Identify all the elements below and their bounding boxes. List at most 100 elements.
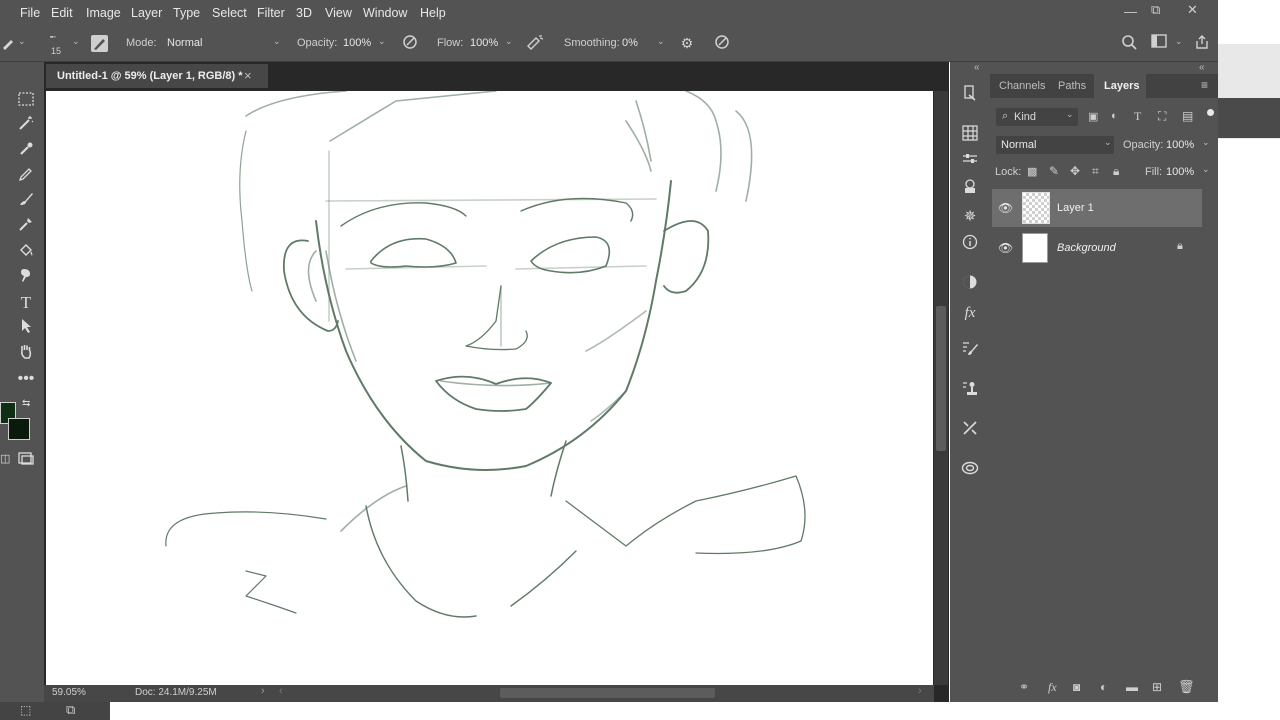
collapse-panels-icon[interactable]: «	[974, 62, 980, 73]
lock-artboard-icon[interactable]: ⌗	[1092, 164, 1099, 179]
chevron-down-icon[interactable]: ⌄	[273, 36, 281, 47]
adjustment-layer-icon[interactable]: ◐	[1100, 680, 1107, 694]
creative-cloud-icon[interactable]	[959, 460, 981, 482]
color-panel-icon[interactable]	[959, 274, 981, 296]
lock-position-icon[interactable]: ✥	[1070, 164, 1080, 178]
menu-view[interactable]: View	[325, 6, 352, 20]
adjustments-panel-icon[interactable]	[959, 152, 981, 174]
pressure-opacity-icon[interactable]	[401, 34, 419, 52]
menu-select[interactable]: Select	[212, 6, 247, 20]
close-icon[interactable]: ×	[244, 68, 252, 83]
tab-layers[interactable]: Layers	[1104, 80, 1139, 92]
chevron-down-icon[interactable]: ⌄	[1066, 109, 1074, 120]
doc-size-info[interactable]: Doc: 24.1M/9.25M	[135, 687, 217, 698]
layer-style-icon[interactable]: fx	[1048, 680, 1057, 695]
canvas[interactable]	[46, 91, 933, 685]
new-layer-icon[interactable]: ⊞	[1152, 680, 1162, 694]
eye-icon[interactable]: 👁︎	[998, 201, 1013, 215]
filter-type-icon[interactable]: T	[1134, 109, 1141, 124]
vertical-scroll-thumb[interactable]	[936, 306, 946, 451]
layer-name[interactable]: Background	[1057, 242, 1116, 254]
vertical-scrollbar[interactable]	[934, 91, 948, 685]
minimize-button[interactable]: —	[1124, 4, 1137, 19]
menu-help[interactable]: Help	[420, 6, 446, 20]
opacity-input[interactable]: 100%	[343, 35, 373, 51]
pencil-tool-icon[interactable]	[15, 166, 37, 188]
chevron-down-icon[interactable]: ⌄	[378, 36, 386, 47]
brush-settings-panel-icon[interactable]	[91, 35, 108, 52]
share-icon[interactable]	[1193, 34, 1211, 52]
frame-icon[interactable]: ⬚	[20, 703, 31, 717]
chevron-down-icon[interactable]: ⌄	[1202, 137, 1210, 148]
chevron-left-icon[interactable]: ‹	[279, 685, 283, 697]
libraries-panel-icon[interactable]	[959, 178, 981, 200]
more-tools-icon[interactable]: •••	[15, 368, 37, 390]
layer-row-layer-1[interactable]: 👁︎ Layer 1	[992, 189, 1202, 227]
menu-image[interactable]: Image	[86, 6, 121, 20]
eyedropper-icon[interactable]	[15, 141, 37, 163]
lock-all-icon[interactable]: 🔒︎	[1113, 164, 1119, 179]
chevron-down-icon[interactable]: ⌄	[657, 36, 665, 47]
menu-edit[interactable]: Edit	[51, 6, 73, 20]
chevron-down-icon[interactable]: ⌄	[72, 36, 80, 47]
collapse-panel-icon[interactable]: «	[1199, 62, 1205, 73]
tab-channels[interactable]: Channels	[999, 80, 1045, 92]
swatches-panel-icon[interactable]	[959, 125, 981, 147]
history-brush-icon[interactable]	[15, 216, 37, 238]
menu-file[interactable]: File	[20, 6, 40, 20]
smoothing-input[interactable]: 0%	[622, 35, 647, 51]
menu-filter[interactable]: Filter	[257, 6, 285, 20]
lock-pixels-icon[interactable]: ✎	[1049, 164, 1059, 178]
navigator-panel-icon[interactable]: ✵	[959, 206, 981, 228]
restore-button[interactable]: ⧉	[1151, 2, 1160, 18]
fill-input[interactable]: 100%	[1166, 166, 1194, 178]
workspace-icon[interactable]	[1150, 34, 1168, 52]
link-layers-icon[interactable]: ⚭	[1019, 680, 1029, 694]
hand-tool-icon[interactable]	[15, 343, 37, 365]
filter-toggle[interactable]	[1207, 109, 1214, 116]
delete-layer-icon[interactable]: 🗑︎	[1178, 679, 1195, 695]
clone-source-icon[interactable]	[959, 380, 981, 402]
brush-settings-icon[interactable]	[959, 340, 981, 362]
document-tab[interactable]: Untitled-1 @ 59% (Layer 1, RGB/8) * ×	[46, 64, 268, 88]
info-icon[interactable]	[959, 234, 981, 256]
lock-transparency-icon[interactable]: ▩	[1027, 165, 1037, 178]
path-select-icon[interactable]	[15, 318, 37, 340]
smudge-tool-icon[interactable]	[15, 267, 37, 289]
layer-opacity-input[interactable]: 100%	[1166, 139, 1194, 151]
swap-colors-icon[interactable]: ⇆	[22, 398, 30, 409]
mode-select[interactable]: Normal	[163, 35, 287, 51]
tab-paths[interactable]: Paths	[1058, 80, 1086, 92]
styles-panel-icon[interactable]: fx	[959, 302, 981, 324]
filter-adjustment-icon[interactable]: ◐	[1111, 110, 1118, 122]
history-panel-icon[interactable]	[959, 85, 981, 107]
menu-type[interactable]: Type	[173, 6, 200, 20]
magic-wand-icon[interactable]	[15, 115, 37, 137]
brush-tool-icon[interactable]	[15, 191, 37, 213]
chevron-down-icon[interactable]: ⌄	[18, 36, 26, 47]
horizontal-scroll-thumb[interactable]	[500, 688, 715, 698]
marquee-tool-icon[interactable]	[15, 90, 37, 112]
new-group-icon[interactable]: ▬	[1126, 680, 1138, 694]
quick-mask-icon[interactable]: ◫	[0, 452, 10, 465]
tool-presets-icon[interactable]	[959, 420, 981, 442]
paint-bucket-icon[interactable]	[15, 242, 37, 264]
flow-input[interactable]: 100%	[470, 35, 500, 51]
panel-menu-icon[interactable]: ≡	[1201, 78, 1208, 92]
pressure-size-icon[interactable]	[713, 34, 731, 52]
type-tool-icon[interactable]: T	[15, 292, 37, 314]
search-icon[interactable]	[1120, 34, 1138, 52]
chevron-down-icon[interactable]: ⌄	[505, 36, 513, 47]
eye-icon[interactable]: 👁︎	[998, 241, 1013, 255]
close-button[interactable]: ✕	[1187, 2, 1198, 18]
add-mask-icon[interactable]: ◙	[1073, 680, 1080, 694]
zoom-level[interactable]: 59.05%	[52, 687, 86, 698]
chevron-down-icon[interactable]: ⌄	[1175, 36, 1183, 47]
artboard-icon[interactable]: ⧉	[66, 702, 75, 718]
brush-tool-preset-icon[interactable]	[0, 34, 18, 52]
chevron-down-icon[interactable]: ⌄	[1202, 164, 1210, 175]
layer-name[interactable]: Layer 1	[1057, 202, 1094, 214]
chevron-right-icon[interactable]: ›	[918, 685, 922, 697]
menu-window[interactable]: Window	[363, 6, 407, 20]
menu-3d[interactable]: 3D	[296, 6, 312, 20]
